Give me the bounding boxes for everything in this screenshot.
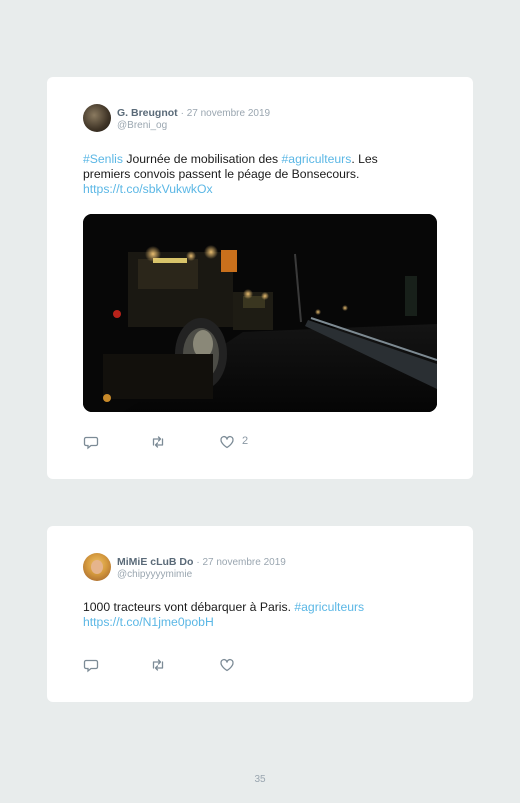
avatar[interactable]: [83, 553, 111, 581]
author-name[interactable]: MiMiE cLuB Do: [117, 556, 193, 568]
reply-icon[interactable]: [83, 657, 99, 673]
hashtag-link[interactable]: #agriculteurs: [282, 152, 352, 166]
night-tractor-photo: [83, 214, 437, 412]
tweet-date[interactable]: · 27 novembre 2019: [181, 108, 271, 119]
author-name[interactable]: G. Breugnot: [117, 107, 178, 119]
avatar[interactable]: [83, 104, 111, 132]
tweet-card: G. Breugnot · 27 novembre 2019 @Breni_og…: [47, 77, 473, 479]
heart-icon[interactable]: [219, 657, 235, 673]
reply-icon[interactable]: [83, 434, 99, 450]
author-handle[interactable]: @Breni_og: [117, 120, 167, 131]
tweet-card: MiMiE cLuB Do · 27 novembre 2019 @chipyy…: [47, 526, 473, 702]
hashtag-link[interactable]: #agriculteurs: [294, 600, 364, 614]
author-handle[interactable]: @chipyyyymimie: [117, 569, 192, 580]
like-count: 2: [242, 435, 249, 447]
hashtag-link[interactable]: #Senlis: [83, 152, 123, 166]
page-number: 35: [254, 774, 266, 785]
tweet-url[interactable]: https://t.co/sbkVukwkOx: [83, 182, 213, 196]
tweet-text-segment: 1000 tracteurs vont débarquer à Paris.: [83, 600, 295, 614]
tweet-text: 1000 tracteurs vont débarquer à Paris. #…: [83, 600, 433, 630]
tweet-text: #Senlis Journée de mobilisation des #agr…: [83, 152, 423, 197]
heart-icon[interactable]: [219, 434, 235, 450]
retweet-icon[interactable]: [150, 434, 166, 450]
retweet-icon[interactable]: [150, 657, 166, 673]
tweet-photo[interactable]: [83, 214, 437, 412]
tweet-date[interactable]: · 27 novembre 2019: [196, 557, 286, 568]
tweet-url[interactable]: https://t.co/N1jme0pobH: [83, 615, 214, 629]
tweet-text-segment: Journée de mobilisation des: [122, 152, 282, 166]
